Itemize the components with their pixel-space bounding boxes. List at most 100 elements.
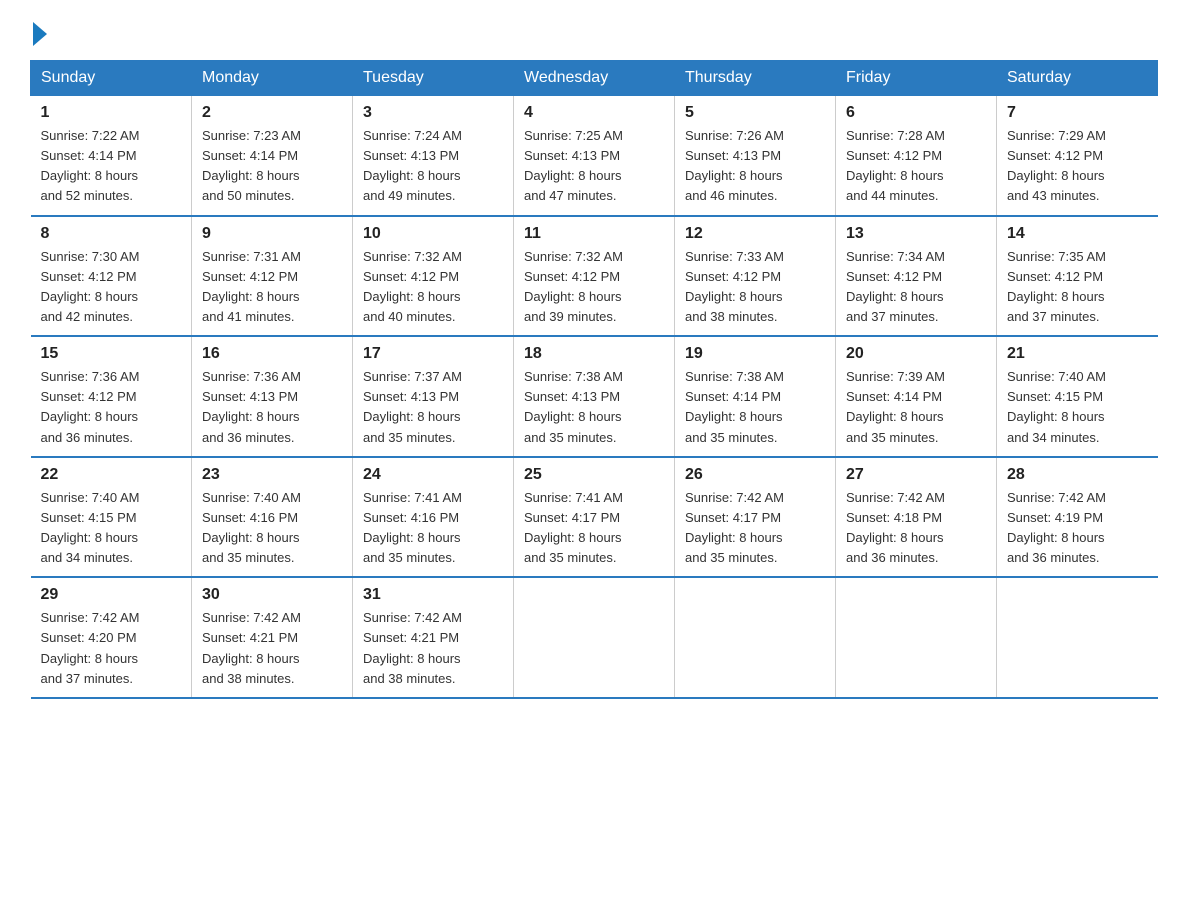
day-cell	[997, 577, 1158, 698]
day-number: 19	[685, 345, 825, 363]
day-info: Sunrise: 7:40 AMSunset: 4:16 PMDaylight:…	[202, 488, 342, 569]
day-cell: 30 Sunrise: 7:42 AMSunset: 4:21 PMDaylig…	[192, 577, 353, 698]
day-info: Sunrise: 7:39 AMSunset: 4:14 PMDaylight:…	[846, 367, 986, 448]
day-info: Sunrise: 7:22 AMSunset: 4:14 PMDaylight:…	[41, 126, 182, 207]
day-number: 3	[363, 104, 503, 122]
day-cell	[675, 577, 836, 698]
day-info: Sunrise: 7:42 AMSunset: 4:17 PMDaylight:…	[685, 488, 825, 569]
day-info: Sunrise: 7:42 AMSunset: 4:19 PMDaylight:…	[1007, 488, 1148, 569]
day-number: 14	[1007, 225, 1148, 243]
day-number: 31	[363, 586, 503, 604]
day-cell: 29 Sunrise: 7:42 AMSunset: 4:20 PMDaylig…	[31, 577, 192, 698]
day-number: 13	[846, 225, 986, 243]
day-number: 20	[846, 345, 986, 363]
day-number: 16	[202, 345, 342, 363]
day-cell: 22 Sunrise: 7:40 AMSunset: 4:15 PMDaylig…	[31, 457, 192, 578]
day-info: Sunrise: 7:25 AMSunset: 4:13 PMDaylight:…	[524, 126, 664, 207]
day-number: 4	[524, 104, 664, 122]
day-info: Sunrise: 7:36 AMSunset: 4:12 PMDaylight:…	[41, 367, 182, 448]
day-number: 27	[846, 466, 986, 484]
day-cell: 7 Sunrise: 7:29 AMSunset: 4:12 PMDayligh…	[997, 96, 1158, 216]
day-info: Sunrise: 7:42 AMSunset: 4:20 PMDaylight:…	[41, 608, 182, 689]
day-info: Sunrise: 7:38 AMSunset: 4:14 PMDaylight:…	[685, 367, 825, 448]
day-cell: 26 Sunrise: 7:42 AMSunset: 4:17 PMDaylig…	[675, 457, 836, 578]
day-cell: 27 Sunrise: 7:42 AMSunset: 4:18 PMDaylig…	[836, 457, 997, 578]
day-cell: 17 Sunrise: 7:37 AMSunset: 4:13 PMDaylig…	[353, 336, 514, 457]
day-number: 25	[524, 466, 664, 484]
week-row-3: 15 Sunrise: 7:36 AMSunset: 4:12 PMDaylig…	[31, 336, 1158, 457]
day-number: 30	[202, 586, 342, 604]
day-info: Sunrise: 7:28 AMSunset: 4:12 PMDaylight:…	[846, 126, 986, 207]
day-cell: 24 Sunrise: 7:41 AMSunset: 4:16 PMDaylig…	[353, 457, 514, 578]
day-number: 26	[685, 466, 825, 484]
day-cell	[514, 577, 675, 698]
day-cell: 13 Sunrise: 7:34 AMSunset: 4:12 PMDaylig…	[836, 216, 997, 337]
day-cell: 2 Sunrise: 7:23 AMSunset: 4:14 PMDayligh…	[192, 96, 353, 216]
day-info: Sunrise: 7:35 AMSunset: 4:12 PMDaylight:…	[1007, 247, 1148, 328]
logo	[30, 20, 47, 42]
calendar-table: SundayMondayTuesdayWednesdayThursdayFrid…	[30, 60, 1158, 699]
day-number: 24	[363, 466, 503, 484]
day-cell: 20 Sunrise: 7:39 AMSunset: 4:14 PMDaylig…	[836, 336, 997, 457]
day-cell	[836, 577, 997, 698]
day-cell: 23 Sunrise: 7:40 AMSunset: 4:16 PMDaylig…	[192, 457, 353, 578]
day-cell: 14 Sunrise: 7:35 AMSunset: 4:12 PMDaylig…	[997, 216, 1158, 337]
day-number: 10	[363, 225, 503, 243]
header-wednesday: Wednesday	[514, 61, 675, 96]
page-header	[30, 20, 1158, 42]
day-number: 17	[363, 345, 503, 363]
day-info: Sunrise: 7:40 AMSunset: 4:15 PMDaylight:…	[41, 488, 182, 569]
week-row-5: 29 Sunrise: 7:42 AMSunset: 4:20 PMDaylig…	[31, 577, 1158, 698]
day-info: Sunrise: 7:42 AMSunset: 4:21 PMDaylight:…	[202, 608, 342, 689]
day-cell: 8 Sunrise: 7:30 AMSunset: 4:12 PMDayligh…	[31, 216, 192, 337]
day-number: 15	[41, 345, 182, 363]
day-info: Sunrise: 7:41 AMSunset: 4:17 PMDaylight:…	[524, 488, 664, 569]
day-number: 23	[202, 466, 342, 484]
day-number: 7	[1007, 104, 1148, 122]
day-cell: 1 Sunrise: 7:22 AMSunset: 4:14 PMDayligh…	[31, 96, 192, 216]
day-info: Sunrise: 7:30 AMSunset: 4:12 PMDaylight:…	[41, 247, 182, 328]
day-cell: 6 Sunrise: 7:28 AMSunset: 4:12 PMDayligh…	[836, 96, 997, 216]
day-info: Sunrise: 7:42 AMSunset: 4:21 PMDaylight:…	[363, 608, 503, 689]
day-cell: 28 Sunrise: 7:42 AMSunset: 4:19 PMDaylig…	[997, 457, 1158, 578]
header-friday: Friday	[836, 61, 997, 96]
day-cell: 18 Sunrise: 7:38 AMSunset: 4:13 PMDaylig…	[514, 336, 675, 457]
day-number: 28	[1007, 466, 1148, 484]
header-saturday: Saturday	[997, 61, 1158, 96]
day-number: 9	[202, 225, 342, 243]
day-info: Sunrise: 7:37 AMSunset: 4:13 PMDaylight:…	[363, 367, 503, 448]
day-cell: 9 Sunrise: 7:31 AMSunset: 4:12 PMDayligh…	[192, 216, 353, 337]
day-number: 5	[685, 104, 825, 122]
day-cell: 10 Sunrise: 7:32 AMSunset: 4:12 PMDaylig…	[353, 216, 514, 337]
day-number: 18	[524, 345, 664, 363]
day-info: Sunrise: 7:24 AMSunset: 4:13 PMDaylight:…	[363, 126, 503, 207]
week-row-4: 22 Sunrise: 7:40 AMSunset: 4:15 PMDaylig…	[31, 457, 1158, 578]
day-cell: 5 Sunrise: 7:26 AMSunset: 4:13 PMDayligh…	[675, 96, 836, 216]
day-cell: 15 Sunrise: 7:36 AMSunset: 4:12 PMDaylig…	[31, 336, 192, 457]
day-info: Sunrise: 7:33 AMSunset: 4:12 PMDaylight:…	[685, 247, 825, 328]
day-number: 11	[524, 225, 664, 243]
day-info: Sunrise: 7:32 AMSunset: 4:12 PMDaylight:…	[524, 247, 664, 328]
header-monday: Monday	[192, 61, 353, 96]
day-info: Sunrise: 7:40 AMSunset: 4:15 PMDaylight:…	[1007, 367, 1148, 448]
day-cell: 16 Sunrise: 7:36 AMSunset: 4:13 PMDaylig…	[192, 336, 353, 457]
day-number: 29	[41, 586, 182, 604]
day-info: Sunrise: 7:36 AMSunset: 4:13 PMDaylight:…	[202, 367, 342, 448]
day-info: Sunrise: 7:32 AMSunset: 4:12 PMDaylight:…	[363, 247, 503, 328]
day-number: 2	[202, 104, 342, 122]
day-info: Sunrise: 7:31 AMSunset: 4:12 PMDaylight:…	[202, 247, 342, 328]
logo-arrow-icon	[33, 22, 47, 46]
header-tuesday: Tuesday	[353, 61, 514, 96]
calendar-header-row: SundayMondayTuesdayWednesdayThursdayFrid…	[31, 61, 1158, 96]
day-cell: 3 Sunrise: 7:24 AMSunset: 4:13 PMDayligh…	[353, 96, 514, 216]
day-info: Sunrise: 7:41 AMSunset: 4:16 PMDaylight:…	[363, 488, 503, 569]
day-number: 21	[1007, 345, 1148, 363]
day-cell: 21 Sunrise: 7:40 AMSunset: 4:15 PMDaylig…	[997, 336, 1158, 457]
day-cell: 11 Sunrise: 7:32 AMSunset: 4:12 PMDaylig…	[514, 216, 675, 337]
day-number: 22	[41, 466, 182, 484]
day-cell: 25 Sunrise: 7:41 AMSunset: 4:17 PMDaylig…	[514, 457, 675, 578]
header-sunday: Sunday	[31, 61, 192, 96]
day-cell: 12 Sunrise: 7:33 AMSunset: 4:12 PMDaylig…	[675, 216, 836, 337]
day-info: Sunrise: 7:29 AMSunset: 4:12 PMDaylight:…	[1007, 126, 1148, 207]
day-info: Sunrise: 7:42 AMSunset: 4:18 PMDaylight:…	[846, 488, 986, 569]
